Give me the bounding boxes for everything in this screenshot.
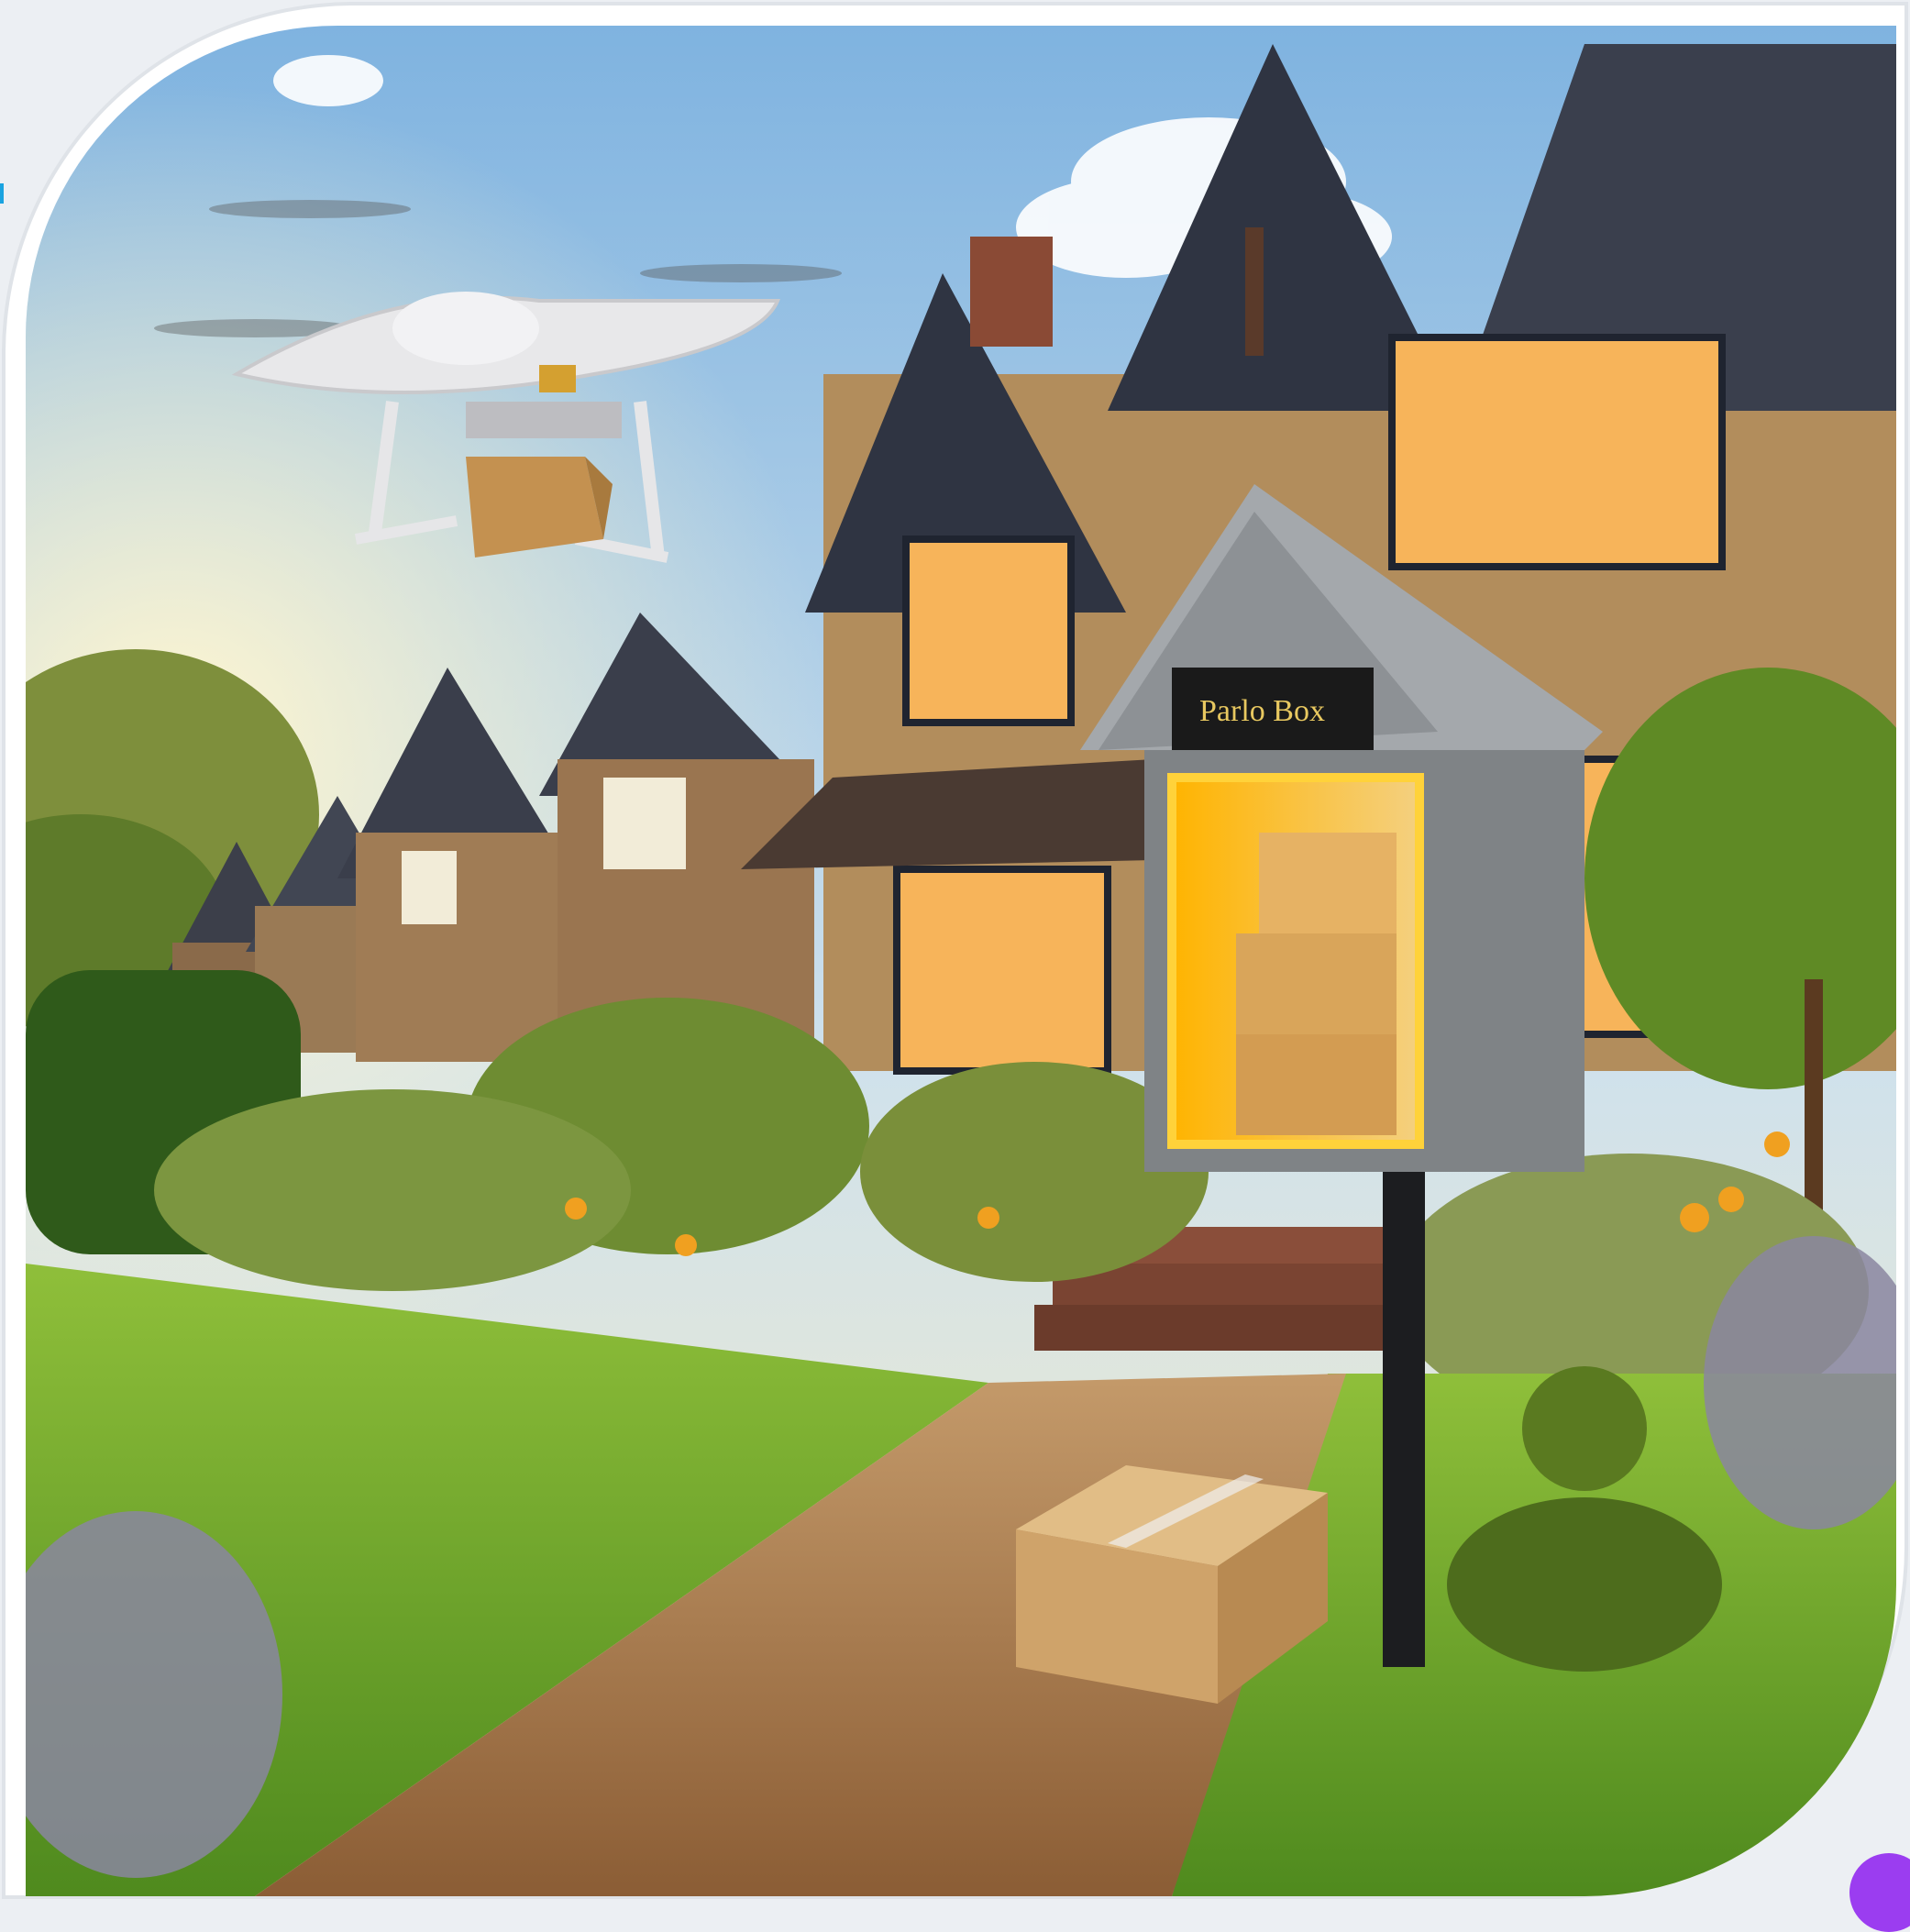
corner-badge bbox=[1849, 1853, 1910, 1932]
left-edge-accent-mark bbox=[0, 183, 4, 204]
delivery-scene-image: Parlo Box bbox=[26, 26, 1896, 1896]
image-frame: Parlo Box bbox=[6, 6, 1910, 1932]
parcel-box-sign: Parlo Box bbox=[1199, 694, 1325, 728]
